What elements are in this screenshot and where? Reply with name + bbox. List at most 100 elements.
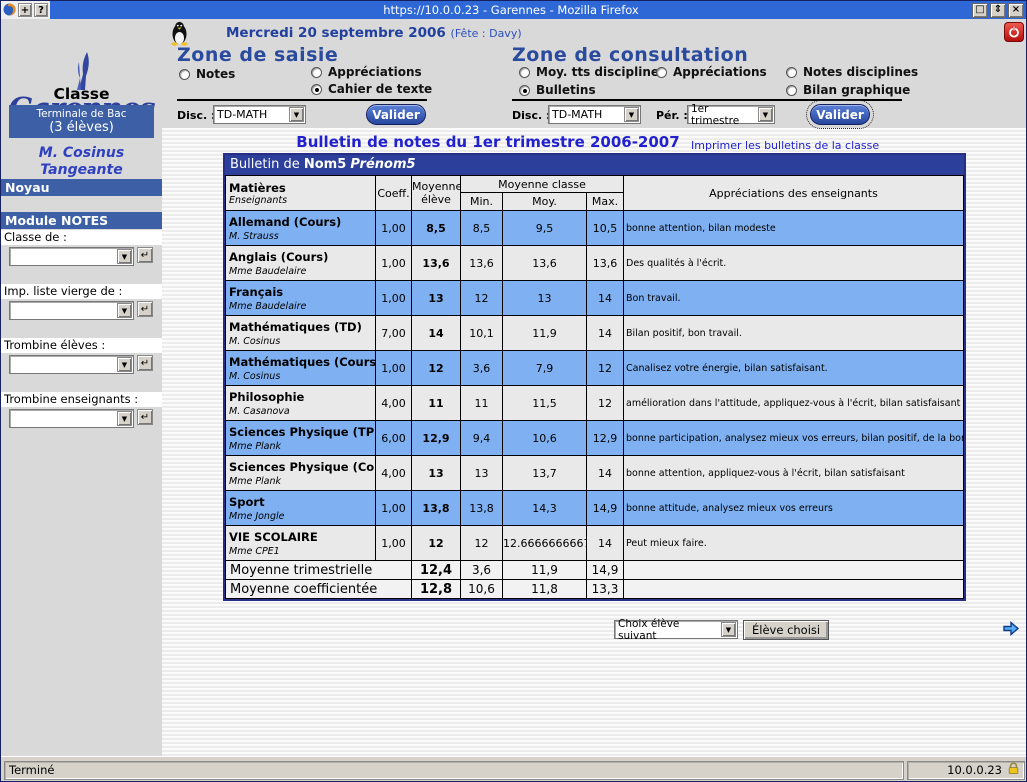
choix-eleve-select[interactable]: Choix élève suivant ▼ (614, 620, 738, 639)
header-moyenne-classe: Moyenne classe (461, 176, 624, 193)
classe-de-select[interactable]: ▼ (9, 247, 134, 266)
classe-de-go-button[interactable]: ↵ (137, 247, 153, 263)
disc-select-saisie-value: TD-MATH (217, 108, 267, 121)
host-panel: 10.0.0.23 (907, 761, 1025, 780)
chevron-down-icon[interactable]: ▼ (721, 622, 736, 637)
class-size: (3 élèves) (9, 120, 154, 135)
disc-select-saisie[interactable]: TD-MATH ▼ (213, 105, 306, 124)
logout-power-button[interactable] (1004, 22, 1024, 42)
chevron-down-icon[interactable]: ▼ (117, 357, 132, 372)
firefox-icon (3, 1, 16, 20)
trombine-enseignants-go-button[interactable]: ↵ (137, 409, 153, 425)
radio-appreciations-consult-icon[interactable] (656, 67, 667, 78)
radio-moy-tts-icon[interactable] (519, 67, 530, 78)
disc-select-consult-value: TD-MATH (552, 108, 602, 121)
trombine-enseignants-select-row: ▼ ↵ (9, 409, 153, 428)
trombine-eleves-select[interactable]: ▼ (9, 355, 134, 374)
radio-bulletins-label: Bulletins (536, 83, 596, 97)
label-imp-liste: Imp. liste vierge de : (1, 284, 162, 299)
footer-row-trimestrielle: Moyenne trimestrielle 12,4 3,6 11,9 14,9 (226, 561, 964, 580)
imp-liste-go-button[interactable]: ↵ (137, 301, 153, 317)
close-button[interactable]: × (1008, 3, 1024, 18)
sidebar-section-module-notes[interactable]: Module NOTES (1, 212, 162, 229)
label-trombine-enseignants: Trombine enseignants : (1, 392, 162, 407)
chevron-down-icon[interactable]: ▼ (117, 411, 132, 426)
trombine-eleves-go-button[interactable]: ↵ (137, 355, 153, 371)
sidebar-classe-title: Classe (1, 85, 162, 103)
header-coeff: Coeff. (376, 176, 412, 211)
status-text: Terminé (4, 761, 904, 780)
date-text: Mercredi 20 septembre 2006 (226, 25, 446, 41)
periode-label: Pér. : (656, 109, 688, 122)
bulletin-table-title: Bulletin de Nom5 Prénom5 (225, 155, 964, 175)
table-row: Mathématiques (TD)M. Cosinus 7,00 14 10,… (226, 316, 964, 351)
header-moyenne-eleve: Moyenne élève (412, 176, 461, 211)
radio-notes-disciplines-icon[interactable] (786, 67, 797, 78)
classe-de-select-row: ▼ ↵ (9, 247, 153, 266)
radio-notes[interactable]: Notes (179, 67, 235, 81)
valider-consultation-button[interactable]: Valider (810, 104, 870, 125)
table-row: Sciences Physique (TP)Mme Plank 6,00 12,… (226, 421, 964, 456)
imp-liste-select[interactable]: ▼ (9, 301, 134, 320)
next-page-arrow-icon[interactable] (1002, 620, 1020, 641)
radio-notes-disciplines[interactable]: Notes disciplines (786, 65, 918, 79)
shade-button[interactable]: ⇕ (990, 3, 1006, 18)
saisie-divider (177, 99, 427, 101)
header-matieres: Matières Enseignants (226, 176, 376, 211)
help-button[interactable]: ? (34, 3, 48, 17)
eleve-choisi-button[interactable]: Élève choisi (743, 620, 829, 640)
chevron-down-icon[interactable]: ▼ (117, 249, 132, 264)
disc-select-consult[interactable]: TD-MATH ▼ (548, 105, 641, 124)
fete-text: (Fête : Davy) (451, 27, 522, 40)
chevron-down-icon[interactable]: ▼ (289, 107, 304, 122)
titlebar: + ? https://10.0.0.23 - Garennes - Mozil… (1, 1, 1026, 19)
chevron-down-icon[interactable]: ▼ (117, 303, 132, 318)
table-row: PhilosophieM. Casanova 4,00 11 11 11,5 1… (226, 386, 964, 421)
lock-icon (1007, 762, 1020, 778)
teacher-name: M. Cosinus Tangeante (1, 145, 162, 179)
bulletin-table: Bulletin de Nom5 Prénom5 Matières Enseig… (223, 153, 966, 601)
footer-row-coefficientee: Moyenne coefficientée 12,8 10,6 11,8 13,… (226, 580, 964, 599)
radio-appreciations-consult-label: Appréciations (673, 65, 767, 79)
disc-label-consult: Disc. : (512, 109, 550, 122)
radio-notes-icon[interactable] (179, 69, 190, 80)
chevron-down-icon[interactable]: ▼ (624, 107, 639, 122)
choix-eleve-select-value: Choix élève suivant (618, 618, 720, 642)
window-title: https://10.0.0.23 - Garennes - Mozilla F… (50, 1, 972, 19)
print-bulletins-link[interactable]: Imprimer les bulletins de la classe (691, 139, 879, 152)
titlebar-toolbar: + ? (1, 1, 50, 19)
radio-appreciations-consult[interactable]: Appréciations (656, 65, 767, 79)
radio-cahier-de-texte-icon[interactable] (311, 84, 322, 95)
page-title: Bulletin de notes du 1er trimestre 2006-… (223, 133, 753, 151)
radio-bilan-graphique[interactable]: Bilan graphique (786, 83, 910, 97)
valider-saisie-button[interactable]: Valider (366, 104, 426, 125)
radio-appreciations-saisie[interactable]: Appréciations (311, 65, 422, 79)
radio-appreciations-saisie-icon[interactable] (311, 67, 322, 78)
radio-bulletins-icon[interactable] (519, 85, 530, 96)
radio-bilan-graphique-label: Bilan graphique (803, 83, 910, 97)
trombine-enseignants-select[interactable]: ▼ (9, 409, 134, 428)
periode-select[interactable]: 1er trimestre ▼ (687, 105, 775, 124)
radio-bulletins[interactable]: Bulletins (519, 83, 596, 97)
date-line: Mercredi 20 septembre 2006 (Fête : Davy) (226, 25, 522, 41)
sidebar-section-noyau[interactable]: Noyau (1, 179, 162, 196)
header-min: Min. (461, 193, 503, 211)
radio-moy-tts-disciplines[interactable]: Moy. tts disciplines (519, 65, 666, 79)
chevron-down-icon[interactable]: ▼ (758, 107, 773, 122)
header-moy: Moy. (503, 193, 587, 211)
table-row: Mathématiques (Cours)M. Cosinus 1,00 12 … (226, 351, 964, 386)
host-text: 10.0.0.23 (947, 763, 1002, 777)
radio-cahier-de-texte[interactable]: Cahier de texte (311, 82, 432, 96)
trombine-eleves-select-row: ▼ ↵ (9, 355, 153, 374)
class-box: Terminale de Bac (3 élèves) (9, 105, 154, 138)
radio-bilan-graphique-icon[interactable] (786, 85, 797, 96)
consultation-divider (512, 99, 902, 101)
radio-cahier-de-texte-label: Cahier de texte (328, 82, 432, 96)
maximize-button[interactable]: □ (972, 3, 988, 18)
table-row: SportMme Jongle 1,00 13,8 13,8 14,3 14,9… (226, 491, 964, 526)
table-row: VIE SCOLAIREMme CPE1 1,00 12 12 12.66666… (226, 526, 964, 561)
imp-liste-select-row: ▼ ↵ (9, 301, 153, 320)
radio-notes-label: Notes (196, 67, 235, 81)
label-trombine-eleves: Trombine élèves : (1, 338, 162, 353)
new-tab-button[interactable]: + (18, 3, 32, 17)
